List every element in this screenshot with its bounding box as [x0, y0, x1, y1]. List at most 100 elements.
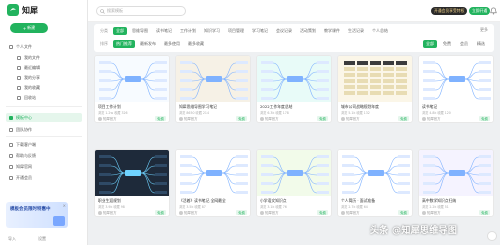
template-title: 职业生涯规划: [98, 198, 121, 203]
type-chip[interactable]: 全部: [423, 40, 437, 48]
sidebar-item[interactable]: 下载客户端: [6, 140, 82, 149]
template-card[interactable]: 高中数学知识点归纳 浏览 2.2k 收藏 51 知犀官方 免费: [418, 149, 494, 217]
free-badge: 免费: [398, 116, 409, 121]
template-title: 读书笔记: [422, 104, 438, 109]
category-chip[interactable]: 会议记录: [273, 27, 295, 35]
sort-chip[interactable]: 最新发布: [137, 40, 159, 48]
template-card[interactable]: 2022工作年度总结 浏览 6.3k 收藏 178 知犀官方 免费: [256, 55, 332, 123]
sidebar-item[interactable]: 回收站: [14, 93, 82, 102]
author[interactable]: 知犀官方: [341, 116, 360, 121]
type-chip[interactable]: 会员: [457, 40, 471, 48]
category-chip[interactable]: 项目管理: [225, 27, 247, 35]
avatar: [179, 116, 183, 121]
type-chip[interactable]: 免费: [440, 40, 454, 48]
template-thumbnail: [419, 56, 493, 102]
sidebar-item[interactable]: 最近编辑: [14, 63, 82, 72]
sidebar-item[interactable]: 我的收藏: [14, 83, 82, 92]
template-card[interactable]: 知犀思维导图学习笔记 浏览 8650 收藏 214 知犀官方 免费: [175, 55, 251, 123]
sidebar-item[interactable]: 帮助与反馈: [6, 151, 82, 160]
sidebar-item[interactable]: 模板中心: [6, 113, 82, 122]
author-name: 知犀官方: [427, 211, 441, 215]
logo[interactable]: 知犀: [7, 4, 38, 16]
search-icon: [100, 8, 105, 14]
template-meta: 知犀官方 免费: [338, 115, 412, 122]
avatar: [422, 116, 426, 121]
free-badge: 免费: [479, 210, 490, 215]
sidebar-divider: [6, 106, 82, 107]
category-chip[interactable]: 全部: [113, 27, 127, 35]
sidebar-item[interactable]: 我的分享: [14, 73, 82, 82]
author[interactable]: 知犀官方: [260, 210, 279, 215]
category-chip[interactable]: 生活记录: [345, 27, 367, 35]
category-chip[interactable]: 读书笔记: [153, 27, 175, 35]
template-title: 知犀思维导图学习笔记: [179, 104, 217, 109]
author[interactable]: 知犀官方: [179, 210, 198, 215]
template-card[interactable]: 城市公司战略规划年度 浏览 5.1k 收藏 132 知犀官方 免费: [337, 55, 413, 123]
bell-icon[interactable]: [490, 7, 497, 15]
sidebar-item-label: 我的收藏: [24, 84, 40, 90]
template-card[interactable]: 读书笔记 浏览 4.8k 收藏 120 知犀官方 免费: [418, 55, 494, 123]
avatar: [179, 210, 183, 215]
author[interactable]: 知犀官方: [422, 116, 441, 121]
category-chip[interactable]: 思维导图: [129, 27, 151, 35]
category-chip[interactable]: 活动策划: [297, 27, 319, 35]
sidebar-item[interactable]: 团队协作: [6, 125, 82, 134]
sort-chip[interactable]: 最多使用: [161, 40, 183, 48]
category-chip[interactable]: 工作计划: [177, 27, 199, 35]
template-card[interactable]: 项目工作计划 浏览 1.2w 收藏 326 知犀官方 免费: [94, 55, 170, 123]
template-title: 城市公司战略规划年度: [341, 104, 379, 109]
sidebar-item-label: 我的文件: [24, 54, 40, 60]
author[interactable]: 知犀官方: [98, 210, 117, 215]
sidebar-item[interactable]: 知犀官网: [6, 162, 82, 171]
author-name: 知犀官方: [346, 117, 360, 121]
author[interactable]: 知犀官方: [260, 116, 279, 121]
free-badge: 免费: [155, 210, 166, 215]
search-placeholder: 搜索模板: [107, 8, 123, 13]
template-card[interactable]: 个人简历 · 面试准备 浏览 2.7k 收藏 64 知犀官方 免费: [337, 149, 413, 217]
type-chip[interactable]: 精选: [474, 40, 488, 48]
free-badge: 免费: [479, 116, 490, 121]
sidebar-item[interactable]: 个人文件: [6, 42, 82, 51]
sidebar-item[interactable]: 我的文件: [14, 53, 82, 62]
sidebar-item-label: 我的分享: [24, 74, 40, 80]
category-chip[interactable]: 学习笔记: [249, 27, 271, 35]
promo-banner[interactable]: 模板会员限时特惠中 ×: [6, 202, 68, 228]
template-card[interactable]: 职业生涯规划 浏览 3.9k 收藏 98 知犀官方 免费: [94, 149, 170, 217]
close-icon[interactable]: ×: [63, 203, 66, 208]
sidebar-item[interactable]: 开通会员: [6, 173, 82, 182]
settings-link[interactable]: 设置: [38, 236, 46, 242]
sidebar-item-icon: [9, 175, 13, 180]
sort-chip[interactable]: 最多收藏: [185, 40, 207, 48]
gift-icon: [53, 216, 65, 226]
new-file-button[interactable]: + 新建: [10, 23, 48, 33]
template-meta: 知犀官方 免费: [419, 209, 493, 216]
template-card[interactable]: 小学语文知识点 浏览 3.1k 收藏 76 知犀官方 免费: [256, 149, 332, 217]
template-meta: 知犀官方 免费: [257, 209, 331, 216]
vip-badge[interactable]: 开通会员享受特权: [431, 7, 468, 15]
search-input[interactable]: 搜索模板: [96, 6, 186, 16]
sidebar-item-label: 开通会员: [16, 174, 32, 180]
more-link[interactable]: 更多: [480, 27, 488, 33]
free-badge: 免费: [317, 210, 328, 215]
template-card[interactable]: 《活着》读书笔记 全网最全 浏览 3.5k 收藏 87 知犀官方 免费: [175, 149, 251, 217]
sidebar-divider: [6, 136, 82, 137]
category-chip[interactable]: 个人总结: [369, 27, 391, 35]
app-name: 知犀: [22, 5, 38, 15]
author[interactable]: 知犀官方: [422, 210, 441, 215]
author[interactable]: 知犀官方: [98, 116, 117, 121]
category-filter-row: 分类 全部 思维导图 读书笔记 工作计划 知识学习 项目管理 学习笔记 会议记录 活动策划 教学课…: [100, 27, 391, 35]
template-title: 高中数学知识点归纳: [422, 198, 457, 203]
category-chip[interactable]: 知识学习: [201, 27, 223, 35]
sort-filter-row: 排序 热门推荐 最新发布 最多使用 最多收藏: [100, 40, 207, 48]
template-title: 小学语文知识点: [260, 198, 287, 203]
category-chip[interactable]: 教学课件: [321, 27, 343, 35]
import-link[interactable]: 导入: [8, 236, 16, 242]
sidebar-item-icon: [9, 142, 13, 147]
back-to-top-button[interactable]: [487, 231, 497, 241]
author-name: 知犀官方: [184, 211, 198, 215]
author[interactable]: 知犀官方: [341, 210, 360, 215]
sort-chip[interactable]: 热门推荐: [113, 40, 135, 48]
upgrade-button[interactable]: 立即开通: [469, 7, 491, 15]
author[interactable]: 知犀官方: [179, 116, 198, 121]
promo-text: 模板会员限时特惠中: [10, 207, 51, 212]
